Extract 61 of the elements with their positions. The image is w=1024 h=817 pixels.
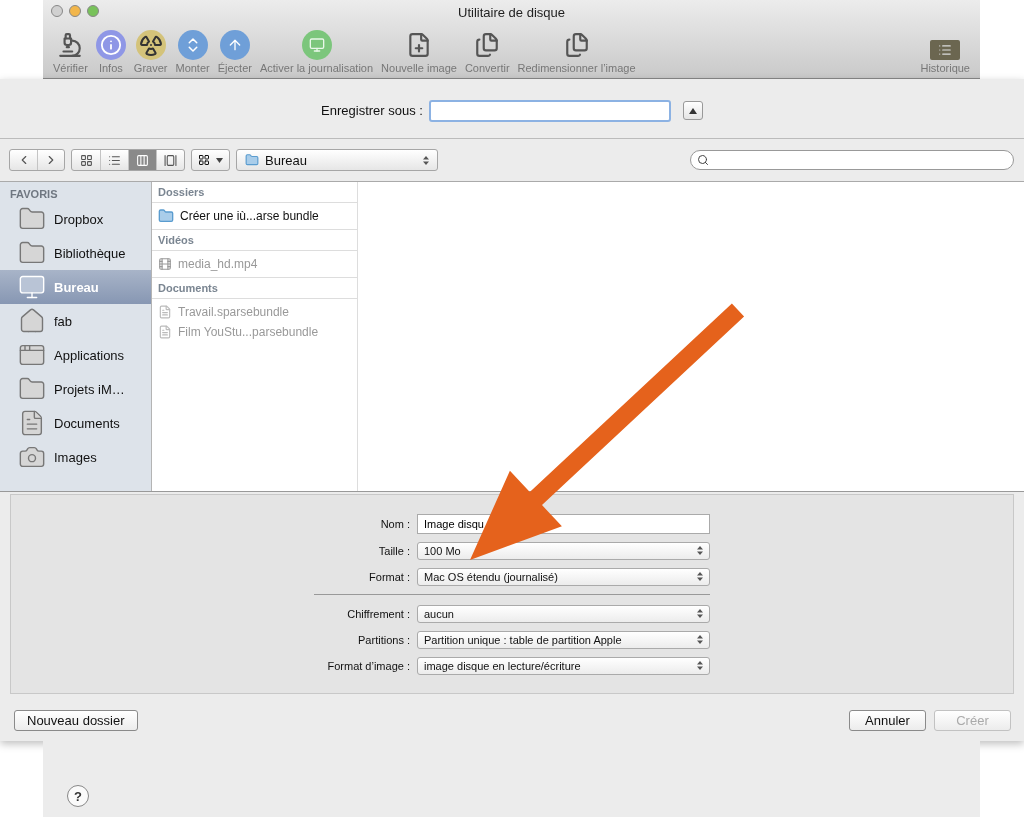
info-icon bbox=[95, 30, 126, 60]
sidebar-item[interactable]: Images bbox=[0, 440, 151, 474]
mount-icon bbox=[177, 30, 208, 60]
icon-view-icon bbox=[79, 153, 93, 167]
up-down-arrows-icon bbox=[697, 546, 703, 555]
up-down-arrows-icon bbox=[697, 572, 703, 581]
sidebar-item[interactable]: Dropbox bbox=[0, 202, 151, 236]
up-down-arrows-icon bbox=[697, 635, 703, 644]
cover-flow-icon bbox=[164, 153, 177, 167]
search-icon bbox=[697, 154, 709, 166]
file-item[interactable]: Créer une iù...arse bundle bbox=[152, 206, 357, 226]
window-title: Utilitaire de disque bbox=[458, 4, 565, 20]
section-heading: Documents bbox=[152, 277, 357, 299]
radiation-icon bbox=[135, 30, 166, 60]
help-button[interactable]: ? bbox=[67, 785, 89, 807]
column-view-button[interactable] bbox=[128, 150, 156, 170]
list-view-icon bbox=[108, 153, 121, 167]
option-popup[interactable]: aucun bbox=[417, 604, 710, 623]
arrange-button[interactable] bbox=[191, 149, 230, 171]
option-popup[interactable]: image disque en lecture/écriture bbox=[417, 656, 710, 675]
option-label: Format d’image : bbox=[327, 659, 410, 672]
new-folder-button[interactable]: Nouveau dossier bbox=[14, 710, 138, 731]
folder-icon bbox=[245, 153, 259, 167]
up-down-arrows-icon bbox=[697, 661, 703, 670]
sidebar-heading: FAVORIS bbox=[9, 187, 59, 202]
option-label: Chiffrement : bbox=[347, 607, 410, 620]
sidebar-item[interactable]: Bibliothèque bbox=[0, 236, 151, 270]
option-popup[interactable]: Partition unique : table de partition Apple bbox=[417, 630, 710, 649]
sidebar-item[interactable]: fab bbox=[0, 304, 151, 338]
document-icon bbox=[158, 325, 172, 339]
sidebar-item[interactable]: Projets iM… bbox=[0, 372, 151, 406]
close-button[interactable] bbox=[51, 5, 63, 17]
cancel-button[interactable]: Annuler bbox=[849, 710, 926, 731]
video-file-icon bbox=[158, 257, 172, 271]
option-label: Nom : bbox=[380, 517, 410, 530]
desktop-icon bbox=[18, 273, 46, 301]
house-icon bbox=[18, 307, 46, 335]
location-popup[interactable]: Bureau bbox=[236, 149, 438, 171]
option-label: Partitions : bbox=[358, 633, 410, 646]
caret-icon bbox=[216, 157, 223, 163]
option-label: Taille : bbox=[378, 544, 410, 557]
collapse-button[interactable] bbox=[682, 101, 703, 120]
folder-icon bbox=[158, 208, 174, 224]
up-down-arrows-icon bbox=[697, 609, 703, 618]
sidebar-item[interactable]: Documents bbox=[0, 406, 151, 440]
option-popup[interactable]: Mac OS étendu (journalisé) bbox=[417, 567, 710, 586]
section-heading: Dossiers bbox=[152, 182, 357, 203]
up-triangle-icon bbox=[688, 107, 697, 114]
column-view-icon bbox=[136, 153, 149, 167]
search-field[interactable] bbox=[690, 150, 1014, 170]
option-label: Format : bbox=[369, 570, 410, 583]
document-icon bbox=[158, 305, 172, 319]
zoom-button[interactable] bbox=[87, 5, 99, 17]
section-heading: Vidéos bbox=[152, 229, 357, 251]
sidebar-item[interactable]: Applications bbox=[0, 338, 151, 372]
up-down-arrows-icon bbox=[423, 155, 429, 165]
minimize-button[interactable] bbox=[69, 5, 81, 17]
save-as-label: Enregistrer sous : bbox=[321, 103, 423, 118]
save-as-field[interactable] bbox=[428, 99, 671, 122]
grid-icon bbox=[198, 154, 210, 166]
option-popup[interactable]: 100 Mo bbox=[417, 541, 710, 560]
